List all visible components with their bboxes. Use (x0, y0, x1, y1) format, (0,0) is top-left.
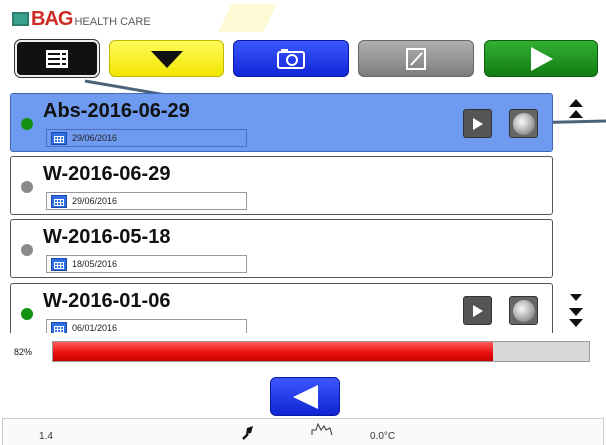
item-disc-button[interactable] (509, 109, 538, 138)
item-name: W-2016-01-06 (43, 290, 171, 312)
logo-mark (12, 12, 29, 26)
calendar-icon (51, 257, 67, 271)
disc-icon (512, 299, 535, 322)
item-disc-button[interactable] (509, 296, 538, 325)
status-dot (21, 308, 33, 320)
item-name: W-2016-06-29 (43, 163, 171, 185)
brand-logo: BAG HEALTH CARE (12, 6, 151, 32)
status-bar: 1.4 0.0°C (2, 418, 604, 445)
progress-label: 82% (14, 347, 33, 357)
item-name: Abs-2016-06-29 (43, 100, 190, 122)
edit-button[interactable] (358, 40, 474, 77)
play-button[interactable] (484, 40, 598, 77)
triangle-down-icon (150, 50, 183, 68)
menu-button[interactable] (14, 39, 100, 78)
status-value: 1.4 (39, 431, 53, 442)
temperature-readout: 0.0°C (370, 431, 396, 442)
dropdown-button[interactable] (109, 40, 224, 77)
item-play-button[interactable] (463, 109, 492, 138)
calendar-icon (51, 131, 67, 145)
play-icon (472, 117, 483, 130)
camera-icon (277, 48, 305, 69)
camera-button[interactable] (233, 40, 349, 77)
scroll-top-button[interactable] (564, 95, 588, 123)
disc-icon (512, 112, 535, 135)
list-item[interactable]: W-2016-06-29 29/06/2016 (10, 156, 553, 215)
item-play-button[interactable] (463, 296, 492, 325)
date-text: 18/05/2016 (72, 259, 118, 269)
date-field[interactable]: 06/01/2016 (46, 319, 247, 333)
date-text: 29/06/2016 (72, 133, 118, 143)
chevron-down-icon (570, 294, 582, 301)
run-list[interactable]: Abs-2016-06-29 29/06/2016 W-2016-06-29 2… (10, 93, 553, 333)
logo-sub-text: HEALTH CARE (74, 15, 151, 28)
back-button[interactable] (270, 377, 340, 416)
calendar-icon (51, 321, 67, 333)
list-item[interactable]: W-2016-05-18 18/05/2016 (10, 219, 553, 278)
logo-brand-text: BAG (31, 7, 73, 30)
item-name: W-2016-05-18 (43, 226, 171, 248)
status-dot (21, 181, 33, 193)
play-icon (531, 46, 553, 71)
edit-note-icon (406, 47, 426, 70)
play-icon (472, 304, 483, 317)
background-watermark (218, 4, 277, 32)
double-chevron-down-icon (569, 308, 583, 327)
date-field[interactable]: 29/06/2016 (46, 129, 247, 147)
status-dot (21, 118, 33, 130)
list-item[interactable]: W-2016-01-06 06/01/2016 (10, 283, 553, 333)
progress-bar (52, 341, 590, 362)
status-dot (21, 244, 33, 256)
date-text: 06/01/2016 (72, 323, 118, 333)
signal-graph-icon (311, 422, 333, 436)
progress-fill (53, 342, 493, 361)
date-field[interactable]: 29/06/2016 (46, 192, 247, 210)
double-chevron-up-icon (569, 99, 583, 118)
scroll-bottom-button[interactable] (564, 303, 588, 331)
plug-icon (242, 426, 253, 440)
list-item[interactable]: Abs-2016-06-29 29/06/2016 (10, 93, 553, 152)
play-back-icon (293, 384, 318, 409)
list-menu-icon (46, 49, 68, 68)
date-text: 29/06/2016 (72, 196, 118, 206)
calendar-icon (51, 194, 67, 208)
date-field[interactable]: 18/05/2016 (46, 255, 247, 273)
